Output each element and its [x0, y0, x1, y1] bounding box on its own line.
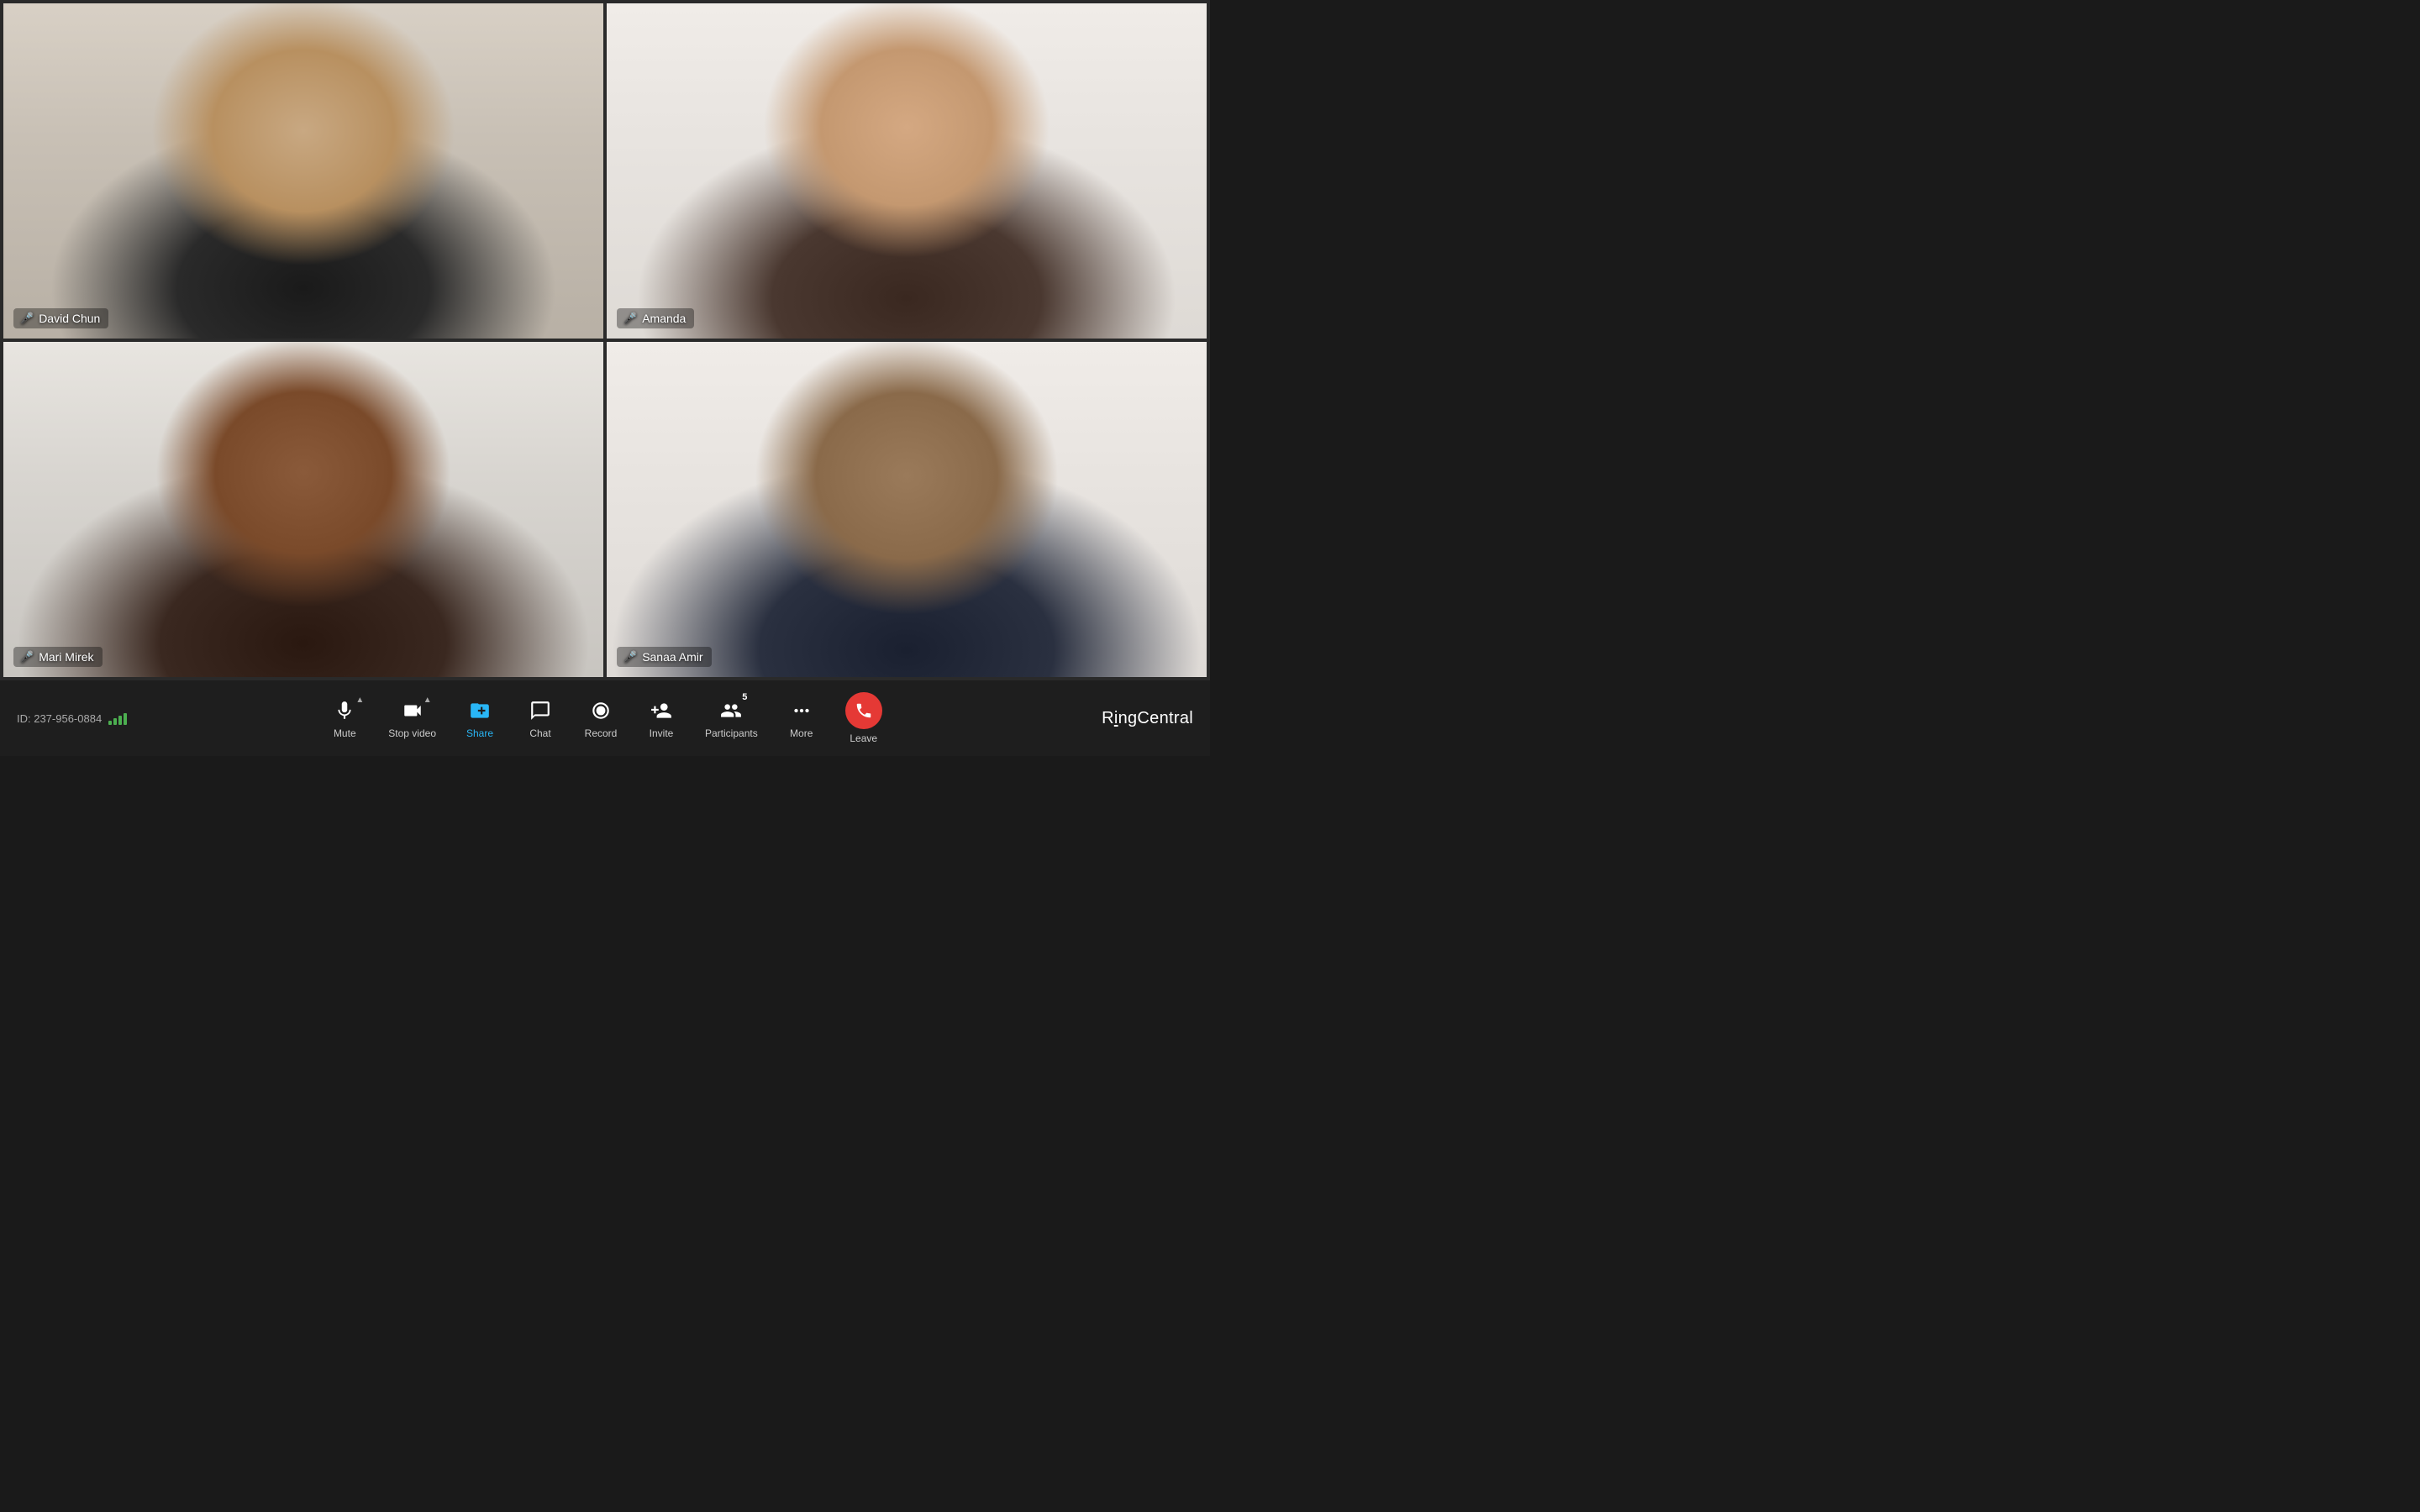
mute-chevron: ▲ — [355, 696, 364, 705]
share-label: Share — [466, 727, 493, 739]
mute-button[interactable]: ▲ Mute — [318, 692, 371, 744]
participant-name-mari: Mari Mirek — [39, 650, 93, 664]
leave-icon-wrap — [845, 692, 882, 729]
mute-icon-wrap: ▲ — [334, 697, 355, 724]
record-icon — [590, 700, 612, 722]
signal-bar-4 — [124, 713, 127, 725]
participant-label-mari: 🎤 Mari Mirek — [13, 647, 103, 667]
mute-icon — [334, 700, 355, 722]
record-button[interactable]: Record — [574, 692, 628, 744]
participant-label-sanaa: 🎤 Sanaa Amir — [617, 647, 712, 667]
mic-icon-sanaa: 🎤 — [623, 650, 637, 664]
participants-button[interactable]: 5 Participants — [695, 692, 768, 744]
meeting-id: ID: 237-956-0884 — [17, 711, 127, 725]
participant-label-david: 🎤 David Chun — [13, 308, 108, 328]
chat-icon — [529, 700, 551, 722]
record-label: Record — [585, 727, 618, 739]
signal-strength — [108, 711, 127, 725]
stop-video-chevron: ▲ — [424, 696, 432, 705]
participant-label-amanda: 🎤 Amanda — [617, 308, 694, 328]
meeting-id-text: ID: 237-956-0884 — [17, 712, 102, 725]
chat-button[interactable]: Chat — [513, 692, 567, 744]
stop-video-label: Stop video — [388, 727, 436, 739]
invite-icon — [650, 700, 672, 722]
participants-icon — [720, 700, 742, 722]
invite-button[interactable]: Invite — [634, 692, 688, 744]
record-icon-wrap — [590, 697, 612, 724]
invite-icon-wrap — [650, 697, 672, 724]
signal-bar-1 — [108, 721, 112, 725]
participant-name-sanaa: Sanaa Amir — [642, 650, 702, 664]
more-icon-wrap — [791, 697, 813, 724]
signal-bar-3 — [118, 716, 122, 725]
toolbar: ID: 237-956-0884 ▲ Mute — [0, 680, 1210, 756]
mic-icon-david: 🎤 — [20, 312, 34, 325]
mic-icon-mari: 🎤 — [20, 650, 34, 664]
brand-name: RingCentral — [1102, 709, 1193, 727]
signal-bar-2 — [113, 718, 117, 725]
leave-button[interactable]: Leave — [835, 687, 892, 749]
leave-icon — [855, 701, 873, 720]
chat-label: Chat — [529, 727, 550, 739]
video-tile-amanda: 🎤 Amanda — [607, 3, 1207, 339]
participant-name-amanda: Amanda — [642, 312, 686, 325]
more-label: More — [790, 727, 813, 739]
participant-name-david: David Chun — [39, 312, 100, 325]
share-icon — [469, 700, 491, 722]
toolbar-center: ▲ Mute ▲ Stop video Share — [17, 687, 1193, 749]
leave-label: Leave — [850, 732, 877, 744]
video-tile-mari: 🎤 Mari Mirek — [3, 342, 603, 677]
participants-icon-wrap: 5 — [720, 697, 742, 724]
participants-label: Participants — [705, 727, 758, 739]
chat-icon-wrap — [529, 697, 551, 724]
branding: RingCentral — [1102, 709, 1193, 728]
mic-icon-amanda: 🎤 — [623, 312, 637, 325]
participants-count: 5 — [742, 692, 747, 702]
stop-video-icon — [402, 700, 424, 722]
more-icon — [791, 700, 813, 722]
share-icon-wrap — [469, 697, 491, 724]
stop-video-button[interactable]: ▲ Stop video — [378, 692, 446, 744]
stop-video-icon-wrap: ▲ — [402, 697, 424, 724]
video-tile-david: 🎤 David Chun — [3, 3, 603, 339]
share-button[interactable]: Share — [453, 692, 507, 744]
video-grid: 🎤 David Chun 🎤 Amanda 🎤 Mari Mirek 🎤 San… — [0, 0, 1210, 680]
mute-label: Mute — [334, 727, 356, 739]
more-button[interactable]: More — [775, 692, 829, 744]
invite-label: Invite — [650, 727, 674, 739]
video-tile-sanaa: 🎤 Sanaa Amir — [607, 342, 1207, 677]
